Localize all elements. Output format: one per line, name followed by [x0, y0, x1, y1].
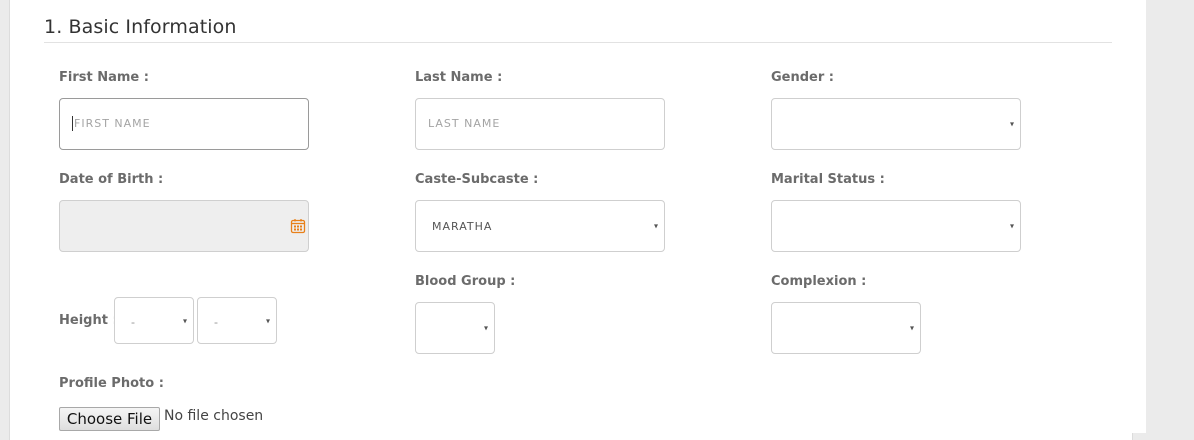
- height-feet-value: -: [131, 315, 135, 329]
- file-status-text: No file chosen: [164, 408, 264, 424]
- dob-label: Date of Birth :: [59, 172, 164, 187]
- chevron-down-icon: ▾: [265, 316, 270, 325]
- calendar-icon[interactable]: [290, 218, 306, 234]
- caste-value: MARATHA: [432, 220, 493, 233]
- choose-file-button[interactable]: Choose File: [59, 407, 160, 431]
- height-feet-select[interactable]: - ▾: [114, 297, 194, 344]
- caste-label: Caste-Subcaste :: [415, 172, 539, 187]
- last-name-placeholder: LAST NAME: [428, 117, 501, 130]
- last-name-label: Last Name :: [415, 70, 503, 85]
- first-name-label: First Name :: [59, 70, 149, 85]
- first-name-input[interactable]: FIRST NAME: [59, 98, 309, 150]
- marital-status-label: Marital Status :: [771, 172, 885, 187]
- blood-group-label: Blood Group :: [415, 274, 516, 289]
- height-label: Height :: [59, 313, 118, 328]
- section-title: 1. Basic Information: [44, 16, 237, 38]
- complexion-label: Complexion :: [771, 274, 867, 289]
- text-cursor: [72, 116, 73, 131]
- profile-photo-label: Profile Photo :: [59, 376, 164, 391]
- chevron-down-icon: ▾: [909, 323, 914, 333]
- chevron-down-icon: ▾: [483, 323, 488, 333]
- first-name-placeholder: FIRST NAME: [74, 117, 151, 130]
- height-inches-select[interactable]: - ▾: [197, 297, 277, 344]
- blood-group-select[interactable]: ▾: [415, 302, 495, 354]
- chevron-down-icon: ▾: [1009, 119, 1014, 129]
- panel-gutter: [1132, 0, 1146, 433]
- page-margin: [1146, 0, 1194, 433]
- chevron-down-icon: ▾: [653, 221, 658, 231]
- height-inches-value: -: [214, 315, 218, 329]
- caste-select[interactable]: MARATHA ▾: [415, 200, 665, 252]
- dob-input[interactable]: [59, 200, 309, 252]
- gender-label: Gender :: [771, 70, 835, 85]
- complexion-select[interactable]: ▾: [771, 302, 921, 354]
- section-divider: [44, 42, 1112, 43]
- last-name-input[interactable]: LAST NAME: [415, 98, 665, 150]
- marital-status-select[interactable]: ▾: [771, 200, 1021, 252]
- chevron-down-icon: ▾: [1009, 221, 1014, 231]
- gender-select[interactable]: ▾: [771, 98, 1021, 150]
- chevron-down-icon: ▾: [182, 316, 187, 325]
